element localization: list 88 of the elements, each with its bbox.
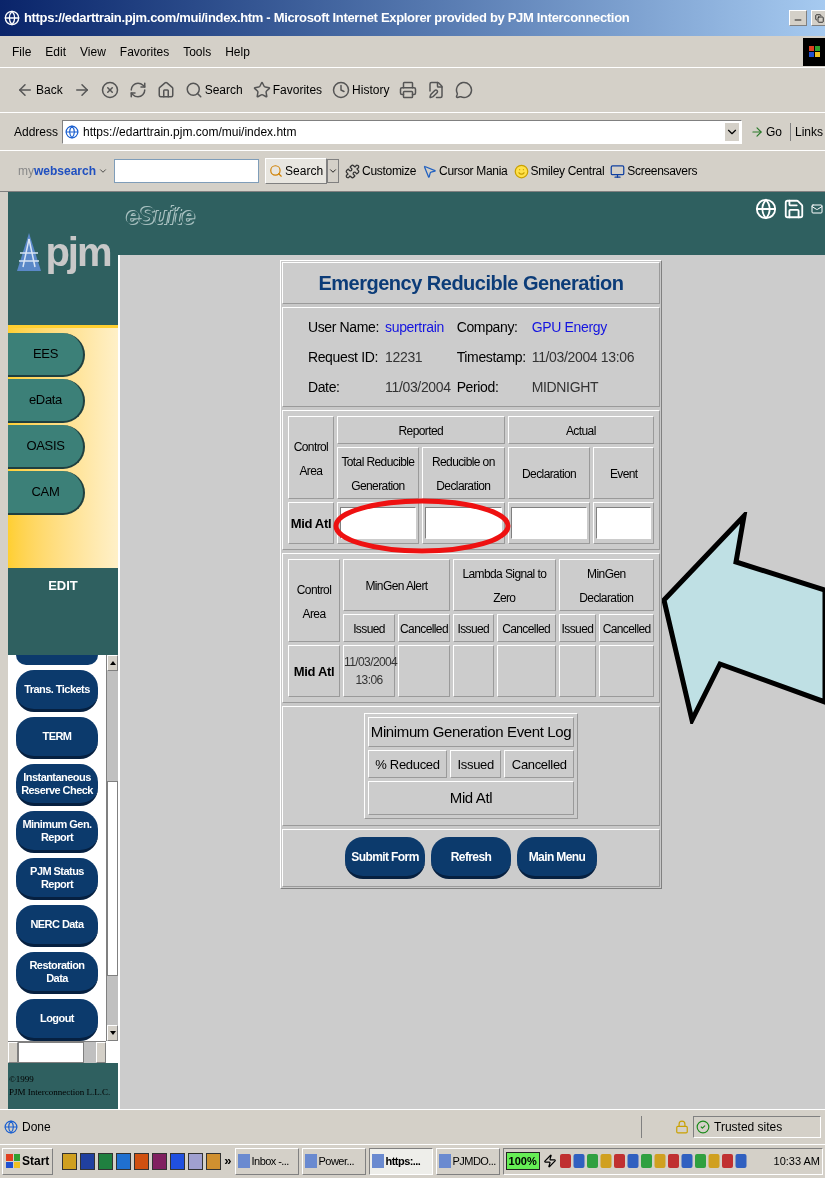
row-header: Mid Atl	[290, 516, 332, 531]
menu-item[interactable]: Help	[225, 42, 250, 61]
address-label: Address	[14, 123, 59, 141]
field-link[interactable]: supertrain	[385, 316, 451, 338]
logo-text: pjm	[45, 232, 111, 272]
taskbar-button[interactable]: https:...	[368, 1147, 433, 1175]
toolbar-link[interactable]: Cursor Mania	[422, 162, 508, 180]
favorites-button[interactable]: Favorites	[250, 81, 325, 99]
go-button[interactable]: Go	[745, 122, 786, 141]
column-header: MinGen Alert	[365, 579, 428, 593]
log-title: Minimum Generation Event Log	[370, 723, 572, 740]
column-header: Reducible on Declaration	[431, 455, 495, 493]
column-header: MinGen Declaration	[579, 567, 634, 605]
column-header: Cancelled	[602, 622, 651, 636]
column-header: Cancelled	[400, 622, 448, 636]
field-value: 12231	[385, 347, 424, 367]
field-label: User Name:	[307, 317, 380, 337]
field-link[interactable]: GPU Energy	[531, 316, 635, 338]
column-header: Control Area	[296, 582, 332, 621]
row-header: Mid Atl	[293, 664, 335, 679]
menu-item[interactable]: File	[12, 42, 32, 61]
form-button[interactable]: Main Menu	[517, 837, 597, 879]
nav-button[interactable]: Minimum Gen. Report	[16, 811, 98, 853]
column-header: Issued	[457, 622, 490, 636]
more-chevron[interactable]: »	[224, 1151, 232, 1171]
toolbar-link[interactable]: Customize	[345, 162, 417, 180]
column-header: Cancelled	[511, 757, 567, 772]
column-header: Issued	[457, 757, 494, 772]
menu-item[interactable]: Favorites	[119, 42, 170, 61]
column-header: Lambda Signal to Zero	[462, 567, 547, 605]
field-label: Timestamp:	[456, 347, 526, 367]
search-button[interactable]: Search	[265, 158, 328, 184]
nav-button[interactable]: PJM Status Report	[16, 858, 98, 900]
nav-button[interactable]: NERC Data	[16, 905, 98, 947]
nav-button[interactable]: Instantaneous Reserve Check	[16, 764, 98, 806]
section-label: EDIT	[48, 577, 78, 595]
column-header: Reported	[398, 424, 444, 438]
nav-button[interactable]: TERM	[16, 717, 98, 759]
column-header: Issued	[353, 622, 385, 636]
copyright-text: ©1999	[9, 1073, 35, 1086]
search-button[interactable]: Search	[182, 81, 245, 99]
nav-button[interactable]: Restoration Data	[16, 952, 98, 994]
nav-tab[interactable]: eData	[8, 379, 85, 423]
links-button[interactable]: Links	[790, 122, 823, 141]
field-label: Date:	[307, 377, 341, 397]
field-label: Company:	[456, 317, 519, 337]
nav-button[interactable]: Trans. Tickets	[16, 670, 98, 712]
column-header: Cancelled	[502, 622, 551, 636]
menu-item[interactable]: Edit	[45, 42, 67, 61]
clock: 10:33 AM	[773, 1153, 820, 1169]
field-value: 11/03/2004	[385, 377, 451, 397]
taskbar-button[interactable]: PJMDO...	[435, 1147, 500, 1175]
column-header: % Reduced	[375, 757, 440, 772]
field-value: MIDNIGHT	[531, 377, 600, 397]
column-header: Event	[609, 467, 638, 481]
column-header: Total Reducible Generation	[341, 455, 415, 493]
form-title: Emergency Reducible Generation	[318, 271, 624, 296]
menu-item[interactable]: View	[80, 42, 106, 61]
taskbar-button[interactable]: Inbox -...	[234, 1147, 299, 1175]
toolbar-link[interactable]: Smiley Central	[513, 162, 605, 180]
column-header: Actual	[565, 424, 596, 438]
menu-item[interactable]: Tools	[183, 42, 212, 61]
field-value: 11/03/2004 13:06	[531, 347, 635, 367]
column-header: Control Area	[293, 439, 329, 478]
zoom-level[interactable]: 100%	[505, 1151, 540, 1171]
history-button[interactable]: History	[330, 81, 392, 99]
column-header: Issued	[561, 622, 594, 636]
zone-text: Trusted sites	[714, 1119, 783, 1136]
form-button[interactable]: Submit Form	[345, 837, 425, 879]
back-button[interactable]: Back	[14, 81, 65, 99]
form-button[interactable]: Refresh	[431, 837, 511, 879]
field-label: Period:	[456, 377, 500, 397]
window-title: https://edarttrain.pjm.com/mui/index.htm - Microsoft Internet Explorer provided by PJM Interconnection	[24, 9, 630, 28]
toolbar-link[interactable]: Screensavers	[610, 162, 698, 180]
nav-tab[interactable]: OASIS	[8, 425, 85, 469]
nav-tab[interactable]: CAM	[8, 471, 85, 515]
copyright-text: PJM Interconnection L.L.C.	[9, 1086, 112, 1099]
brand-dropdown[interactable]: mywebsearch	[18, 162, 97, 180]
column-header: Declaration	[522, 467, 577, 481]
nav-tab[interactable]: EES	[8, 333, 85, 377]
table-cell: Mid Atl	[449, 789, 493, 806]
start-button[interactable]: Start	[2, 1147, 54, 1175]
nav-button[interactable]: Logout	[16, 999, 98, 1041]
taskbar-button[interactable]: Power...	[301, 1147, 366, 1175]
suite-title: eSuite	[126, 201, 195, 231]
status-text: Done	[22, 1119, 52, 1136]
address-field[interactable]: https://edarttrain.pjm.com/mui/index.htm	[62, 119, 742, 144]
field-label: Request ID:	[307, 347, 379, 367]
